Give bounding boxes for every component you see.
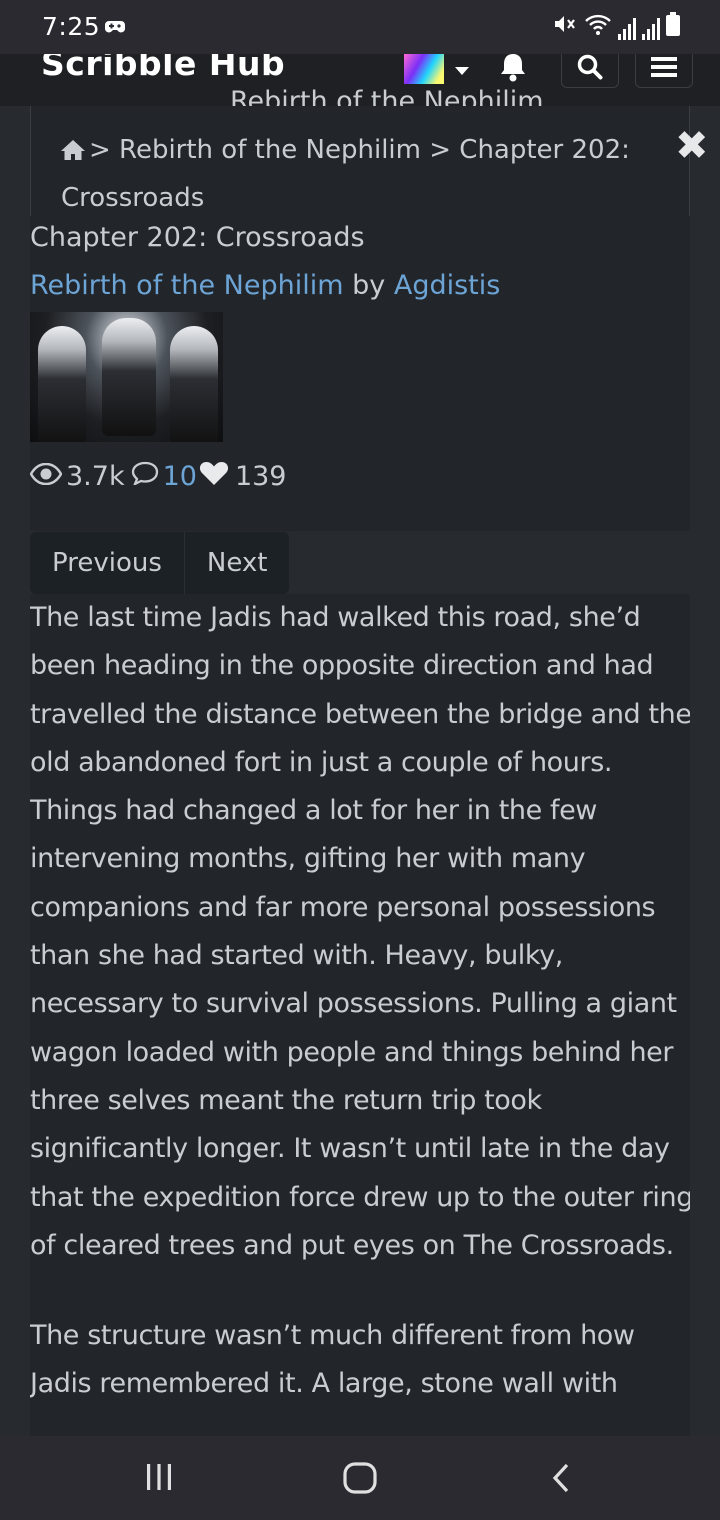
favorites-count: 139 xyxy=(234,461,287,492)
next-button[interactable]: Next xyxy=(184,532,290,594)
heart-icon[interactable] xyxy=(199,460,229,493)
cover-figure-left xyxy=(38,326,86,442)
home-button-icon[interactable] xyxy=(343,1462,377,1498)
hamburger-icon xyxy=(651,56,677,82)
eye-icon xyxy=(29,461,63,492)
chapter-content: The last time Jadis had walked this road… xyxy=(30,594,690,1436)
chapter-title: Chapter 202: Crossroads xyxy=(30,222,365,253)
comments-count[interactable]: 10 xyxy=(163,461,197,492)
avatar[interactable] xyxy=(404,54,444,84)
menu-button[interactable] xyxy=(635,54,693,88)
status-icons xyxy=(552,12,680,40)
back-icon[interactable] xyxy=(550,1462,572,1498)
byline: Rebirth of the Nephilim by Agdistis xyxy=(30,270,500,301)
signal-icon-2 xyxy=(642,18,660,40)
cover-image[interactable] xyxy=(30,312,223,442)
views-count: 3.7k xyxy=(66,461,125,492)
breadcrumb-text[interactable]: > Rebirth of the Nephilim > Chapter 202:… xyxy=(61,135,630,213)
search-icon xyxy=(576,54,604,85)
status-time: 7:25 xyxy=(42,12,101,41)
cover-figure-right xyxy=(170,326,218,442)
chapter-info: Chapter 202: Crossroads Rebirth of the N… xyxy=(29,216,690,531)
search-button[interactable] xyxy=(561,54,619,88)
author-link[interactable]: Agdistis xyxy=(394,270,500,301)
bell-icon[interactable] xyxy=(498,54,528,86)
comment-icon xyxy=(131,461,159,492)
breadcrumb-panel: > Rebirth of the Nephilim > Chapter 202:… xyxy=(30,106,709,216)
site-logo[interactable]: Scribble Hub xyxy=(41,54,285,83)
gamepad-icon xyxy=(104,19,126,39)
chapter-stats: 3.7k 10 139 xyxy=(29,460,287,493)
battery-icon xyxy=(666,12,680,40)
chapter-nav: Previous Next xyxy=(30,532,290,594)
paragraph: The last time Jadis had walked this road… xyxy=(30,602,690,1261)
breadcrumb: > Rebirth of the Nephilim > Chapter 202:… xyxy=(61,128,641,221)
paragraph: The structure wasn’t much different from… xyxy=(30,1320,635,1400)
recent-apps-icon[interactable] xyxy=(145,1462,173,1496)
series-link[interactable]: Rebirth of the Nephilim xyxy=(30,270,344,301)
previous-button[interactable]: Previous xyxy=(30,532,185,594)
cover-figure-center xyxy=(102,318,156,436)
close-icon[interactable]: ✖ xyxy=(675,126,709,166)
signal-icon xyxy=(618,18,636,40)
mute-icon xyxy=(552,12,578,40)
status-bar: 7:25 xyxy=(0,0,720,54)
home-icon[interactable] xyxy=(61,131,85,176)
header-page-title: Rebirth of the Nephilim xyxy=(230,86,544,106)
system-nav-bar xyxy=(0,1436,720,1520)
screen: 7:25 Rebirth of the Nephilim Scribble Hu… xyxy=(0,0,720,1520)
by-label: by xyxy=(352,270,386,301)
wifi-icon xyxy=(584,12,612,40)
chevron-down-icon[interactable] xyxy=(455,67,469,75)
site-header: Rebirth of the Nephilim Scribble Hub xyxy=(0,54,720,106)
